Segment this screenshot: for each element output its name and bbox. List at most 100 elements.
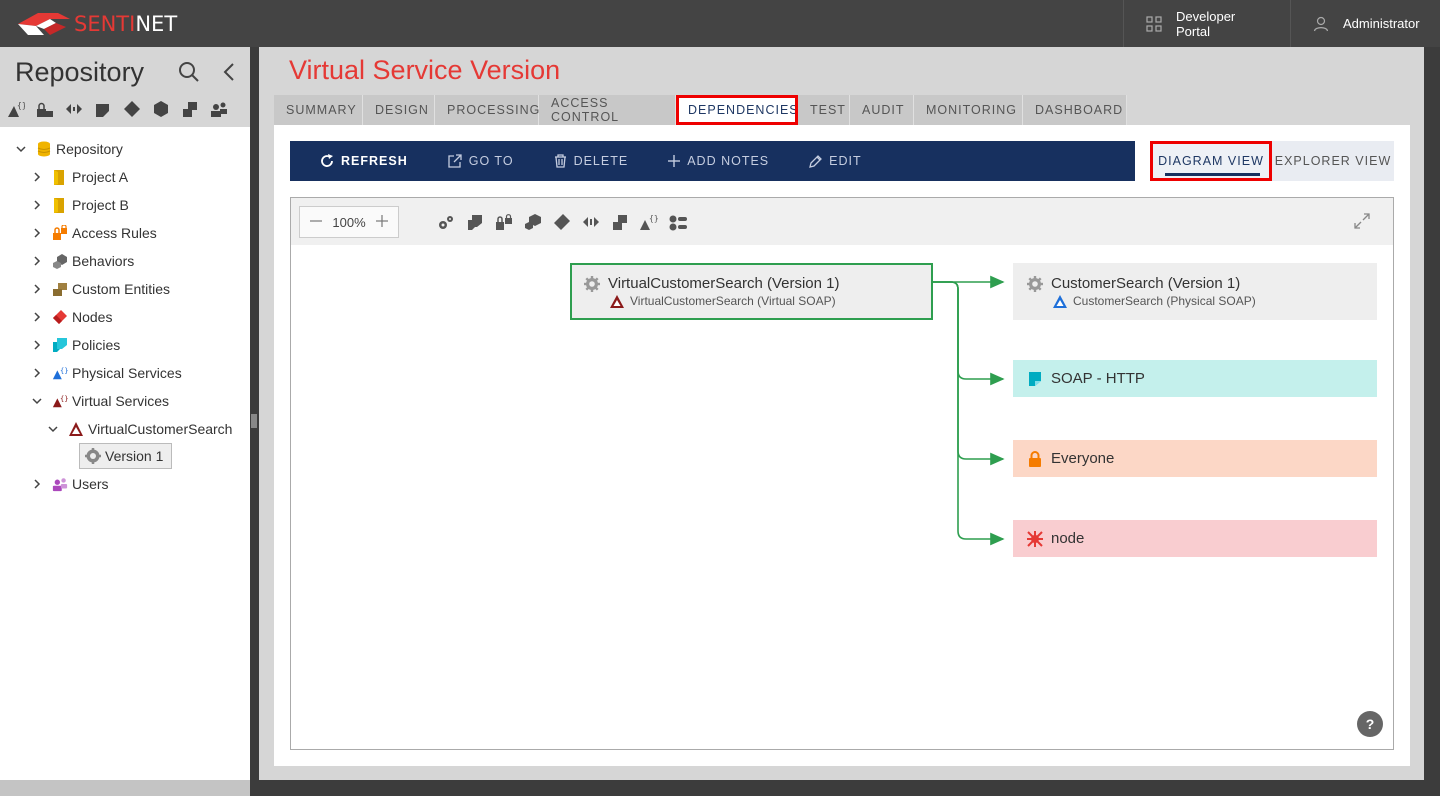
chevron-right-icon[interactable]: [30, 310, 44, 324]
tab-test[interactable]: TEST: [798, 95, 850, 125]
external-link-icon: [448, 154, 462, 168]
behavior-icon: [52, 253, 68, 269]
svg-text:{}: {}: [60, 394, 68, 403]
soap-http-node-title: SOAP - HTTP: [1051, 370, 1145, 387]
gear-icon: [1027, 275, 1043, 292]
tab-monitoring[interactable]: MONITORING: [914, 95, 1023, 125]
user-menu[interactable]: Administrator: [1290, 0, 1440, 47]
chevron-down-icon[interactable]: [46, 422, 60, 436]
project-filter-icon[interactable]: [93, 99, 113, 119]
explorer-view-tab[interactable]: EXPLORER VIEW: [1272, 141, 1394, 181]
tree-item-label: Repository: [56, 141, 123, 157]
diagram-node-customersearch[interactable]: CustomerSearch (Version 1) CustomerSearc…: [1013, 263, 1377, 320]
page-title: Virtual Service Version: [289, 55, 561, 85]
diagram-view-label: DIAGRAM VIEW: [1158, 154, 1264, 168]
page-tabs: SUMMARY DESIGN PROCESSING ACCESS CONTROL…: [274, 95, 1127, 125]
project-icon: [52, 169, 68, 185]
chevron-right-icon[interactable]: [30, 198, 44, 212]
help-button[interactable]: ?: [1357, 711, 1383, 737]
collapse-sidebar-icon[interactable]: [222, 61, 236, 88]
tree-item-project-a[interactable]: Project A: [30, 165, 128, 189]
chevron-right-icon[interactable]: [30, 226, 44, 240]
diagram-node-everyone[interactable]: Everyone: [1013, 440, 1377, 477]
chevron-right-icon[interactable]: [30, 254, 44, 268]
chevron-right-icon[interactable]: [30, 338, 44, 352]
tree-item-policies[interactable]: Policies: [30, 333, 120, 357]
diagram-view-tab[interactable]: DIAGRAM VIEW: [1150, 141, 1272, 181]
delete-button[interactable]: DELETE: [534, 141, 649, 181]
user-icon: [1313, 16, 1329, 32]
sentinet-logo[interactable]: SENTINET: [16, 8, 177, 40]
users-filter-icon[interactable]: [209, 99, 229, 119]
virtual-service-icon: [610, 294, 624, 308]
tree-item-project-b[interactable]: Project B: [30, 193, 129, 217]
explorer-view-label: EXPLORER VIEW: [1274, 154, 1392, 168]
tree-item-virtual-services[interactable]: {} Virtual Services: [30, 389, 169, 413]
virtual-service-icon: {}: [52, 393, 68, 409]
behavior-filter-icon[interactable]: [151, 99, 171, 119]
sidebar-resize-handle[interactable]: [251, 414, 257, 428]
action-toolbar: REFRESH GO TO DELETE ADD NOTES EDIT: [290, 141, 1135, 181]
dependency-diagram: 100% {} VirtualCustomerSearch (Version 1…: [290, 197, 1394, 750]
tab-summary[interactable]: SUMMARY: [274, 95, 363, 125]
plus-icon: [668, 155, 681, 167]
chevron-right-icon[interactable]: [30, 170, 44, 184]
link-to-soap-http: [933, 281, 1005, 386]
project-icon: [52, 197, 68, 213]
tree-item-nodes[interactable]: Nodes: [30, 305, 112, 329]
svg-text:{}: {}: [17, 101, 25, 110]
routing-filter-icon[interactable]: [64, 99, 84, 119]
bug-icon: [1027, 530, 1043, 547]
refresh-button[interactable]: REFRESH: [290, 141, 428, 181]
node-icon: [52, 309, 68, 325]
tree-item-behaviors[interactable]: Behaviors: [30, 249, 134, 273]
gear-icon: [584, 275, 600, 292]
lock-filter-icon[interactable]: [35, 99, 55, 119]
policy-icon: [1027, 371, 1043, 387]
tree-item-physical-services[interactable]: {} Physical Services: [30, 361, 182, 385]
goto-label: GO TO: [468, 154, 514, 168]
tree-item-custom-entities[interactable]: Custom Entities: [30, 277, 170, 301]
tab-dependencies[interactable]: DEPENDENCIES: [676, 95, 798, 125]
chevron-down-icon[interactable]: [14, 142, 28, 156]
physical-service-icon: [1053, 294, 1067, 308]
diagram-node-soap-http[interactable]: SOAP - HTTP: [1013, 360, 1377, 397]
everyone-node-title: Everyone: [1051, 450, 1115, 467]
diagram-node-source[interactable]: VirtualCustomerSearch (Version 1) Virtua…: [570, 263, 933, 320]
tab-dashboard[interactable]: DASHBOARD: [1023, 95, 1127, 125]
tree-item-access-rules[interactable]: Access Rules: [30, 221, 157, 245]
search-icon[interactable]: [178, 61, 200, 88]
chevron-down-icon[interactable]: [30, 394, 44, 408]
goto-button[interactable]: GO TO: [428, 141, 534, 181]
sidebar-title: Repository: [15, 57, 145, 87]
diagram-node-node[interactable]: node: [1013, 520, 1377, 557]
grid-icon: [1146, 15, 1162, 32]
tree-item-version-1[interactable]: Version 1: [79, 443, 172, 469]
tab-design[interactable]: DESIGN: [363, 95, 435, 125]
tab-processing[interactable]: PROCESSING: [435, 95, 539, 125]
tab-audit[interactable]: AUDIT: [850, 95, 914, 125]
node-filter-icon[interactable]: [122, 99, 142, 119]
chevron-right-icon[interactable]: [30, 282, 44, 296]
node-node-title: node: [1051, 530, 1085, 547]
tree-item-label: Nodes: [72, 309, 113, 325]
developer-portal-link[interactable]: Developer Portal: [1123, 0, 1291, 47]
lock-icon: [1027, 450, 1043, 467]
tree-item-virtualcustomersearch[interactable]: VirtualCustomerSearch: [46, 417, 232, 441]
virtual-service-icon: [68, 421, 84, 437]
add-notes-button[interactable]: ADD NOTES: [648, 141, 789, 181]
tab-access-control[interactable]: ACCESS CONTROL: [539, 95, 676, 125]
customersearch-node-subtitle: CustomerSearch (Physical SOAP): [1073, 294, 1256, 308]
entity-filter-icon[interactable]: [180, 99, 200, 119]
chevron-right-icon[interactable]: [30, 477, 44, 491]
tree-item-repository[interactable]: Repository: [14, 137, 123, 161]
tree-item-label: VirtualCustomerSearch: [88, 421, 233, 437]
trash-icon: [554, 154, 567, 168]
tree-item-users[interactable]: Users: [30, 472, 109, 496]
edit-button[interactable]: EDIT: [789, 141, 881, 181]
chevron-right-icon[interactable]: [30, 366, 44, 380]
pencil-icon: [809, 154, 823, 168]
tree-item-label: Access Rules: [72, 225, 157, 241]
view-switcher: DIAGRAM VIEW EXPLORER VIEW: [1150, 141, 1394, 181]
physical-service-filter-icon[interactable]: {}: [6, 99, 26, 119]
